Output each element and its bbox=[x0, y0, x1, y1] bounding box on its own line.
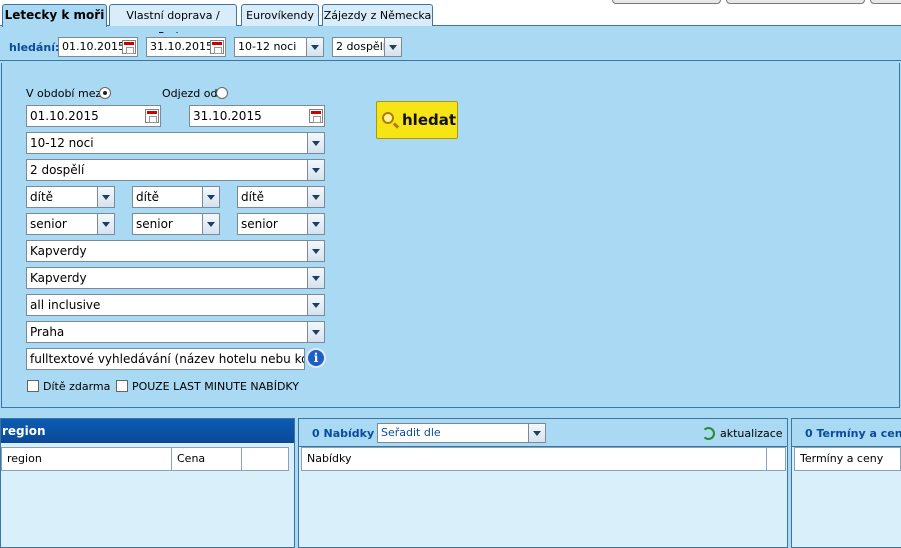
refresh-icon[interactable] bbox=[702, 427, 715, 440]
tab-eurovikendy[interactable]: Eurovíkendy bbox=[241, 4, 319, 26]
calendar-icon[interactable] bbox=[122, 40, 136, 54]
adults-value: 2 dospělí bbox=[30, 163, 85, 177]
chevron-down-icon[interactable] bbox=[307, 160, 324, 180]
region-value: Kapverdy bbox=[30, 271, 87, 285]
radio-departure[interactable] bbox=[216, 87, 228, 99]
child-free-checkbox[interactable] bbox=[27, 380, 39, 392]
radio-departure-label: Odjezd od bbox=[162, 87, 218, 100]
col-terms[interactable]: Termíny a ceny bbox=[794, 447, 901, 471]
senior-value: senior bbox=[30, 217, 67, 231]
quick-date-from-field[interactable]: 01.10.2015 bbox=[58, 37, 138, 57]
senior-select-2[interactable]: senior bbox=[132, 213, 220, 235]
child-age-select-1[interactable]: dítě bbox=[26, 186, 115, 208]
child-age-select-2[interactable]: dítě bbox=[132, 186, 220, 208]
board-select[interactable]: all inclusive bbox=[26, 294, 325, 316]
destination-value: Kapverdy bbox=[30, 244, 87, 258]
fulltext-placeholder: fulltextové vyhledávání (název hotelu ne… bbox=[30, 352, 304, 366]
search-button-label: hledat bbox=[402, 111, 457, 129]
date-to-value: 31.10.2015 bbox=[193, 109, 262, 123]
quick-persons-select[interactable]: 2 dospělí bbox=[332, 37, 402, 57]
refresh-label[interactable]: aktualizace bbox=[720, 427, 783, 440]
chevron-down-icon[interactable] bbox=[307, 214, 324, 234]
radio-period-label: V období mezi bbox=[26, 87, 105, 100]
nights-value: 10-12 noci bbox=[30, 136, 94, 150]
col-offers-extra bbox=[766, 447, 786, 471]
chevron-down-icon[interactable] bbox=[307, 295, 324, 315]
terms-count: 0 Termíny a ceny bbox=[805, 427, 901, 440]
nights-select[interactable]: 10-12 noci bbox=[26, 132, 325, 154]
quick-date-to-field[interactable]: 31.10.2015 bbox=[146, 37, 226, 57]
region-pane: region bbox=[0, 418, 295, 548]
date-from-field[interactable]: 01.10.2015 bbox=[26, 105, 161, 127]
fulltext-search-input[interactable]: fulltextové vyhledávání (název hotelu ne… bbox=[26, 348, 305, 370]
chevron-down-icon[interactable] bbox=[528, 424, 545, 442]
child-age-value: dítě bbox=[136, 190, 160, 204]
chevron-down-icon[interactable] bbox=[202, 214, 219, 234]
senior-value: senior bbox=[136, 217, 173, 231]
child-free-label: Dítě zdarma bbox=[43, 380, 111, 393]
magnifier-icon bbox=[382, 112, 394, 124]
adults-select[interactable]: 2 dospělí bbox=[26, 159, 325, 181]
tab-zajezdy-z-nemecka[interactable]: Zájezdy z Německa bbox=[322, 4, 433, 26]
top-button-1[interactable] bbox=[612, 0, 721, 4]
region-select[interactable]: Kapverdy bbox=[26, 267, 325, 289]
col-region[interactable]: region bbox=[1, 447, 172, 471]
calendar-icon[interactable] bbox=[210, 40, 224, 54]
col-price[interactable]: Cena bbox=[171, 447, 242, 471]
quick-date-from-value: 01.10.2015 bbox=[62, 40, 125, 53]
sort-select[interactable]: Seřadit dle bbox=[377, 423, 546, 443]
calendar-icon[interactable] bbox=[309, 109, 323, 123]
child-age-value: dítě bbox=[241, 190, 265, 204]
quick-nights-select[interactable]: 10-12 noci bbox=[234, 37, 324, 57]
board-value: all inclusive bbox=[30, 298, 101, 312]
chevron-down-icon[interactable] bbox=[202, 187, 219, 207]
tab-vlastni-doprava[interactable]: Vlastní doprava / Parky bbox=[109, 4, 237, 43]
senior-value: senior bbox=[241, 217, 278, 231]
offers-count: 0 Nabídky bbox=[312, 427, 375, 440]
chevron-down-icon[interactable] bbox=[97, 187, 114, 207]
top-button-2[interactable] bbox=[726, 0, 865, 4]
departure-city-value: Praha bbox=[30, 325, 65, 339]
senior-select-1[interactable]: senior bbox=[26, 213, 115, 235]
date-to-field[interactable]: 31.10.2015 bbox=[189, 105, 325, 127]
col-empty bbox=[241, 447, 289, 471]
chevron-down-icon[interactable] bbox=[384, 38, 401, 56]
last-minute-label: POUZE LAST MINUTE NABÍDKY bbox=[132, 380, 299, 393]
child-age-select-3[interactable]: dítě bbox=[237, 186, 325, 208]
sort-select-value: Seřadit dle bbox=[381, 426, 441, 439]
quick-persons-value: 2 dospělí bbox=[336, 40, 386, 53]
departure-city-select[interactable]: Praha bbox=[26, 321, 325, 343]
date-from-value: 01.10.2015 bbox=[30, 109, 99, 123]
search-button[interactable]: hledat bbox=[376, 101, 458, 139]
quick-nights-value: 10-12 noci bbox=[238, 40, 297, 53]
quick-date-to-value: 31.10.2015 bbox=[150, 40, 213, 53]
radio-period[interactable] bbox=[99, 87, 111, 99]
chevron-down-icon[interactable] bbox=[307, 268, 324, 288]
calendar-icon[interactable] bbox=[145, 109, 159, 123]
top-button-3[interactable] bbox=[870, 0, 901, 4]
quick-search-label: hledání: bbox=[9, 41, 60, 54]
col-offers[interactable]: Nabídky bbox=[301, 447, 767, 471]
destination-select[interactable]: Kapverdy bbox=[26, 240, 325, 262]
child-age-value: dítě bbox=[30, 190, 54, 204]
chevron-down-icon[interactable] bbox=[307, 241, 324, 261]
senior-select-3[interactable]: senior bbox=[237, 213, 325, 235]
chevron-down-icon[interactable] bbox=[307, 133, 324, 153]
tab-letecky[interactable]: Letecky k moři bbox=[2, 4, 107, 27]
info-icon[interactable]: i bbox=[306, 348, 326, 368]
chevron-down-icon[interactable] bbox=[307, 322, 324, 342]
chevron-down-icon[interactable] bbox=[306, 38, 323, 56]
chevron-down-icon[interactable] bbox=[97, 214, 114, 234]
region-pane-title: region bbox=[1, 419, 294, 443]
chevron-down-icon[interactable] bbox=[307, 187, 324, 207]
last-minute-checkbox[interactable] bbox=[116, 380, 128, 392]
